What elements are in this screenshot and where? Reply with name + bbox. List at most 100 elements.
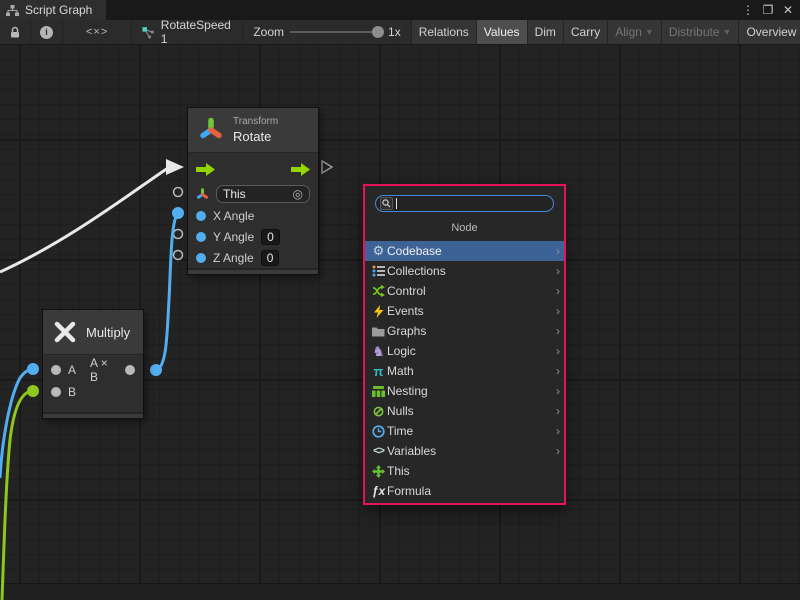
list-item-codebase[interactable]: ⚙ Codebase› xyxy=(365,241,564,261)
chevron-down-icon: ▼ xyxy=(723,27,732,37)
this-field-value: This xyxy=(223,187,246,201)
list-item-this[interactable]: This xyxy=(365,461,564,481)
multiply-node-body: A A × B B xyxy=(43,355,143,412)
relations-button[interactable]: Relations xyxy=(411,20,476,44)
graph-asset-icon xyxy=(142,26,155,39)
carry-button[interactable]: Carry xyxy=(563,20,607,44)
y-angle-dot[interactable] xyxy=(196,232,206,242)
y-angle-label: Y Angle xyxy=(213,230,254,244)
null-icon: ⊘ xyxy=(370,403,387,420)
menu-icon[interactable]: ⋮ xyxy=(740,1,756,19)
lock-icon xyxy=(9,26,21,39)
canvas-bottom-edge xyxy=(0,583,800,600)
info-icon: i xyxy=(40,26,53,39)
unity-script-graph-window: Script Graph ⋮ ❐ ✕ i <×> xyxy=(0,0,800,600)
object-picker-icon[interactable]: ◎ xyxy=(293,187,303,201)
z-angle-row[interactable]: Z Angle 0 xyxy=(188,247,318,268)
code-view-button[interactable]: <×> xyxy=(63,20,132,44)
node-transform-rotate[interactable]: Transform Rotate This ◎ xyxy=(188,108,318,274)
values-button[interactable]: Values xyxy=(476,20,527,44)
formula-icon: ƒx xyxy=(370,484,387,498)
move-arrows-icon xyxy=(370,465,387,478)
chevron-right-icon: › xyxy=(556,264,560,278)
branch-icon xyxy=(370,285,387,297)
chevron-right-icon: › xyxy=(556,304,560,318)
titlebar: Script Graph ⋮ ❐ ✕ xyxy=(0,0,800,20)
pi-icon: π xyxy=(370,364,387,379)
z-angle-value[interactable]: 0 xyxy=(261,250,280,266)
a-row[interactable]: A A × B xyxy=(43,359,143,381)
chevron-down-icon: ▼ xyxy=(645,27,654,37)
graph-breadcrumb[interactable]: RotateSpeed 1 xyxy=(132,20,243,44)
input-a-dot[interactable] xyxy=(51,365,61,375)
chevron-right-icon: › xyxy=(556,344,560,358)
z-angle-label: Z Angle xyxy=(213,251,254,265)
zoom-slider-handle[interactable] xyxy=(372,26,384,38)
rotate-node-body: This ◎ X Angle Y Angle 0 Z Angle 0 xyxy=(188,153,318,268)
clock-icon xyxy=(370,425,387,438)
list-item-events[interactable]: Events› xyxy=(365,301,564,321)
list-item-control[interactable]: Control› xyxy=(365,281,564,301)
overview-button[interactable]: Overview xyxy=(738,20,800,44)
close-icon[interactable]: ✕ xyxy=(780,1,796,19)
input-b-dot[interactable] xyxy=(51,387,61,397)
align-button: Align▼ xyxy=(607,20,661,44)
list-item-graphs[interactable]: Graphs› xyxy=(365,321,564,341)
tab-title: Script Graph xyxy=(25,3,92,17)
flow-in-arrow-icon[interactable] xyxy=(196,163,215,176)
this-object-field[interactable]: This ◎ xyxy=(216,185,310,203)
graph-name: RotateSpeed 1 xyxy=(161,18,233,46)
z-angle-dot[interactable] xyxy=(196,253,206,263)
list-item-nesting[interactable]: Nesting› xyxy=(365,381,564,401)
list-item-formula[interactable]: ƒx Formula xyxy=(365,481,564,501)
nested-graph-icon xyxy=(370,386,387,397)
code-icon: <×> xyxy=(72,26,122,38)
rotate-node-category: Transform xyxy=(233,116,278,127)
toolbar-toggles: Relations Values Dim Carry Align▼ Distri… xyxy=(411,20,800,44)
chevron-right-icon: › xyxy=(556,244,560,258)
dim-button[interactable]: Dim xyxy=(527,20,563,44)
list-item-time[interactable]: Time› xyxy=(365,421,564,441)
y-angle-value[interactable]: 0 xyxy=(261,229,280,245)
transform-icon xyxy=(198,117,224,143)
node-multiply[interactable]: Multiply A A × B B xyxy=(43,310,143,418)
rotate-node-header: Transform Rotate xyxy=(188,108,318,153)
input-b-label: B xyxy=(68,385,76,399)
rotate-node-footer xyxy=(188,268,318,274)
inspect-button[interactable]: i xyxy=(31,20,63,44)
lightning-icon xyxy=(370,305,387,318)
flow-row xyxy=(188,155,318,183)
maximize-icon[interactable]: ❐ xyxy=(760,1,776,19)
zoom-value: 1x xyxy=(388,25,401,39)
angle-brackets-icon: <> xyxy=(370,445,387,457)
list-item-math[interactable]: π Math› xyxy=(365,361,564,381)
flow-out-arrow-icon[interactable] xyxy=(291,163,310,176)
node-search-input[interactable] xyxy=(375,195,554,212)
zoom-label: Zoom xyxy=(253,25,284,39)
b-row[interactable]: B xyxy=(43,381,143,403)
y-angle-row[interactable]: Y Angle 0 xyxy=(188,226,318,247)
list-icon xyxy=(370,265,387,277)
node-category-list: ⚙ Codebase› Collections› Control› Event xyxy=(365,241,564,501)
this-row: This ◎ xyxy=(188,183,318,205)
lock-button[interactable] xyxy=(0,20,31,44)
list-item-logic[interactable]: ♞ Logic› xyxy=(365,341,564,361)
list-item-variables[interactable]: <> Variables› xyxy=(365,441,564,461)
x-angle-dot[interactable] xyxy=(196,211,206,221)
text-cursor xyxy=(396,198,397,209)
chevron-right-icon: › xyxy=(556,384,560,398)
folder-icon xyxy=(370,326,387,337)
list-item-nulls[interactable]: ⊘ Nulls› xyxy=(365,401,564,421)
multiply-icon xyxy=(53,320,77,344)
multiply-node-header: Multiply xyxy=(43,310,143,355)
fuzzy-finder-popup: Node ⚙ Codebase› Collections› Control› xyxy=(363,184,566,505)
distribute-button: Distribute▼ xyxy=(661,20,739,44)
chevron-right-icon: › xyxy=(556,284,560,298)
list-item-collections[interactable]: Collections› xyxy=(365,261,564,281)
output-dot[interactable] xyxy=(125,365,135,375)
popup-header: Node xyxy=(365,214,564,241)
chevron-right-icon: › xyxy=(556,364,560,378)
x-angle-row[interactable]: X Angle xyxy=(188,205,318,226)
tab-script-graph[interactable]: Script Graph xyxy=(0,0,106,20)
zoom-slider[interactable] xyxy=(290,26,382,38)
